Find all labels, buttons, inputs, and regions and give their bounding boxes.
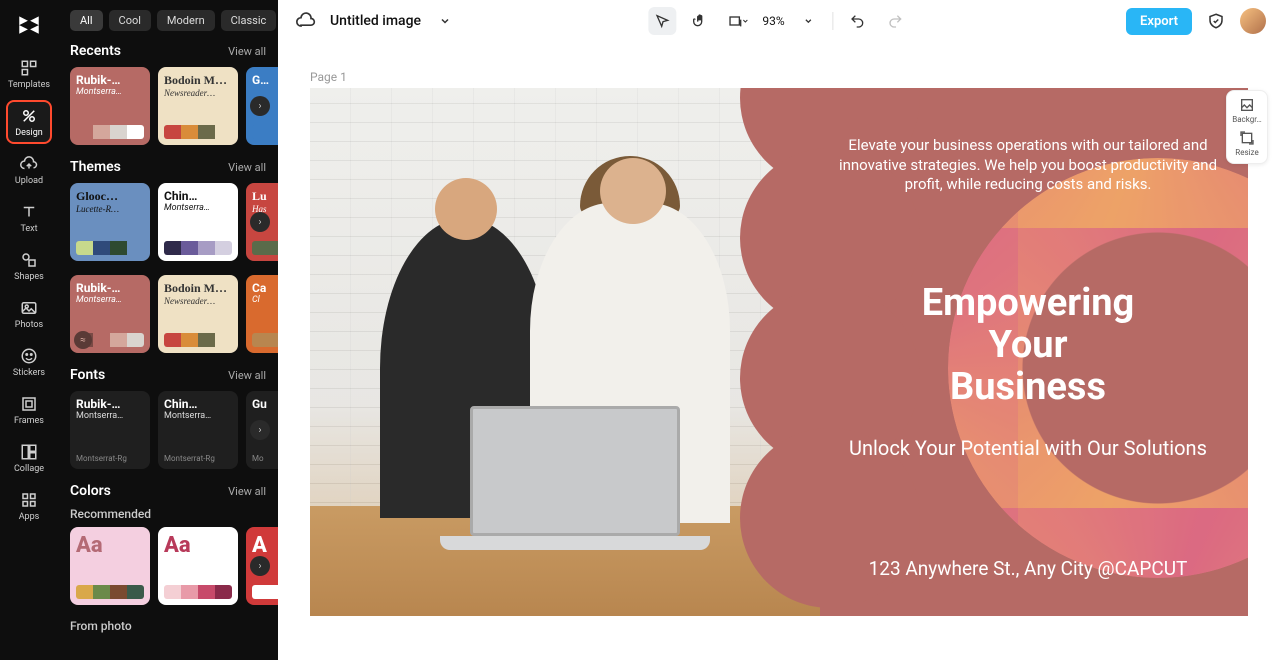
recents-title: Recents [70,43,121,59]
design-icon [19,106,39,126]
font-card[interactable]: Chin…Montserra…Montserrat-Rg [158,391,238,469]
zoom-dropdown[interactable] [795,7,823,35]
themes-cards-2: Rubik-…Montserra…≈Bodoin Mo…Newsreader…C… [70,275,266,353]
cloud-icon[interactable] [292,7,320,35]
scroll-right-icon[interactable]: › [250,556,270,576]
theme-card[interactable]: Bodoin Mo…Newsreader… [158,275,238,353]
document-title[interactable]: Untitled image [330,13,421,29]
upload-icon [19,154,39,174]
background-tool[interactable]: Backgr… [1228,97,1266,124]
recommended-label: Recommended [70,507,266,521]
rail-apps[interactable]: Apps [6,484,52,528]
chip-classic[interactable]: Classic [221,10,277,31]
themes-cards-1: Glooc…Lucette-R…Chin…Montserra…LuHas› [70,183,266,261]
frames-icon [19,394,39,414]
color-card[interactable]: Aa [158,527,238,605]
from-photo-label: From photo [70,619,266,633]
apps-icon [19,490,39,510]
scroll-right-icon[interactable]: › [250,420,270,440]
page-label: Page 1 [310,70,347,84]
templates-icon [19,58,39,78]
rail-frames[interactable]: Frames [6,388,52,432]
canvas-side-tools: Backgr… Resize [1226,90,1268,164]
themes-title: Themes [70,159,121,175]
canvas-area: Page 1 Elevate your business operations … [278,42,1280,660]
scroll-right-icon[interactable]: › [250,96,270,116]
rail-upload[interactable]: Upload [6,148,52,192]
theme-card[interactable]: Rubik-…Montserra…≈ [70,275,150,353]
redo-button[interactable] [882,7,910,35]
chip-all[interactable]: All [70,10,103,31]
rail-shapes[interactable]: Shapes [6,244,52,288]
export-button[interactable]: Export [1126,8,1192,35]
rail-design[interactable]: Design [6,100,52,144]
crop-tool[interactable] [724,7,752,35]
app-logo[interactable] [13,8,45,40]
fonts-cards: Rubik-…Montserra…Montserrat-RgChin…Monts… [70,391,266,469]
recents-cards: Rubik-…Montserra…Bodoin Mo…Newsreader…G…… [70,67,266,145]
title-dropdown[interactable] [431,7,459,35]
user-avatar[interactable] [1240,8,1266,34]
rail-collage[interactable]: Collage [6,436,52,480]
rail-photos[interactable]: Photos [6,292,52,336]
rail-text[interactable]: Text [6,196,52,240]
artboard[interactable]: Elevate your business operations with ou… [310,88,1248,616]
rail-stickers[interactable]: Stickers [6,340,52,384]
fonts-viewall[interactable]: View all [228,369,266,382]
subhead-text[interactable]: Unlock Your Potential with Our Solutions [828,436,1228,460]
body-text[interactable]: Elevate your business operations with ou… [828,136,1228,195]
hand-tool[interactable] [686,7,714,35]
headline-text[interactable]: EmpoweringYourBusiness [828,283,1228,408]
resize-tool[interactable]: Resize [1228,130,1266,157]
divider [833,12,834,30]
text-icon [19,202,39,222]
font-card[interactable]: Rubik-…Montserra…Montserrat-Rg [70,391,150,469]
rail-templates[interactable]: Templates [6,52,52,96]
collage-icon [19,442,39,462]
colors-viewall[interactable]: View all [228,485,266,498]
topbar: Untitled image 93% Export [278,0,1280,42]
shapes-icon [19,250,39,270]
design-panel: All Cool Modern Classic RecentsView all … [58,0,278,660]
theme-card[interactable]: Chin…Montserra… [158,183,238,261]
theme-card[interactable]: Bodoin Mo…Newsreader… [158,67,238,145]
theme-card[interactable]: Glooc…Lucette-R… [70,183,150,261]
colors-cards: AaAaA› [70,527,266,605]
fonts-title: Fonts [70,367,105,383]
theme-card[interactable]: Rubik-…Montserra… [70,67,150,145]
stickers-icon [19,346,39,366]
colors-title: Colors [70,483,111,499]
address-text[interactable]: 123 Anywhere St., Any City @CAPCUT [828,557,1228,580]
theme-card[interactable]: CaCl [246,275,278,353]
shield-icon[interactable] [1202,7,1230,35]
wave-icon: ≈ [74,331,92,349]
scroll-right-icon[interactable]: › [250,212,270,232]
photos-icon [19,298,39,318]
recents-viewall[interactable]: View all [228,45,266,58]
filter-chips: All Cool Modern Classic [70,10,266,31]
undo-button[interactable] [844,7,872,35]
zoom-level[interactable]: 93% [762,14,784,28]
color-card[interactable]: Aa [70,527,150,605]
select-tool[interactable] [648,7,676,35]
tool-rail: Templates Design Upload Text Shapes Phot… [0,0,58,660]
chip-cool[interactable]: Cool [109,10,151,31]
themes-viewall[interactable]: View all [228,161,266,174]
chip-modern[interactable]: Modern [157,10,215,31]
